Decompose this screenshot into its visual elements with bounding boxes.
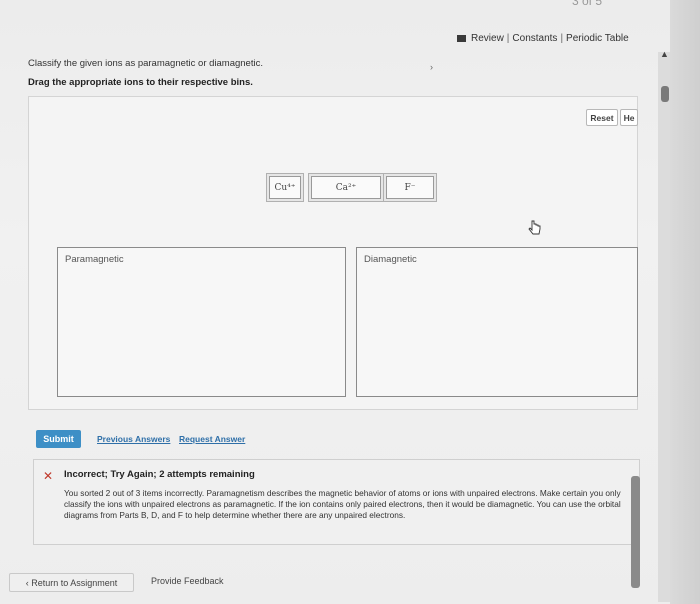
feedback-panel: ✕ Incorrect; Try Again; 2 attempts remai… — [33, 459, 640, 545]
menu-square-icon — [457, 35, 466, 42]
mouse-cursor-icon — [528, 220, 541, 235]
scroll-up-icon[interactable]: ▲ — [660, 49, 669, 59]
ion-tile-ca[interactable]: Ca²⁺ — [311, 176, 381, 199]
reset-button[interactable]: Reset — [586, 109, 618, 126]
periodic-table-link[interactable]: Periodic Table — [566, 33, 629, 44]
window-edge — [670, 0, 700, 604]
diamagnetic-bin[interactable]: Diamagnetic — [356, 247, 638, 397]
page-number: 3 of 5 — [572, 0, 603, 8]
resource-links: Review | Constants | Periodic Table — [457, 33, 629, 44]
link-separator: | — [560, 33, 564, 44]
stray-mark: › — [430, 62, 433, 72]
x-icon: ✕ — [43, 469, 54, 483]
ion-tile-f[interactable]: F⁻ — [386, 176, 434, 199]
submit-button[interactable]: Submit — [36, 430, 81, 448]
bin-label: Diamagnetic — [364, 254, 417, 265]
feedback-scroll-thumb[interactable] — [631, 476, 640, 588]
feedback-title: Incorrect; Try Again; 2 attempts remaini… — [64, 469, 255, 480]
help-button[interactable]: He — [620, 109, 638, 126]
return-to-assignment-button[interactable]: ‹ Return to Assignment — [9, 573, 134, 592]
instruction-bold: Drag the appropriate ions to their respe… — [28, 77, 253, 88]
instruction-text: Classify the given ions as paramagnetic … — [28, 58, 263, 69]
feedback-body: You sorted 2 out of 3 items incorrectly.… — [64, 488, 621, 520]
scrollbar-thumb[interactable] — [661, 86, 669, 102]
ion-tile-cu[interactable]: Cu⁴⁺ — [269, 176, 301, 199]
request-answer-link[interactable]: Request Answer — [179, 434, 245, 444]
bin-label: Paramagnetic — [65, 254, 124, 265]
previous-answers-link[interactable]: Previous Answers — [97, 434, 170, 444]
link-separator: | — [506, 33, 510, 44]
paramagnetic-bin[interactable]: Paramagnetic — [57, 247, 346, 397]
page: 3 of 5 Review | Constants | Periodic Tab… — [0, 0, 700, 604]
provide-feedback-link[interactable]: Provide Feedback — [151, 576, 224, 586]
scrollbar-track[interactable] — [658, 52, 670, 602]
review-link[interactable]: Review — [471, 33, 504, 44]
constants-link[interactable]: Constants — [512, 33, 557, 44]
